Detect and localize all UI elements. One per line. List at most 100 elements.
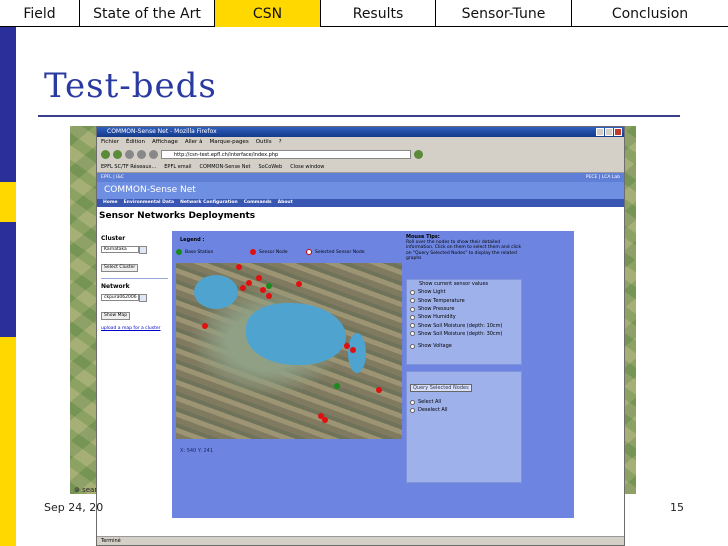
tab-label: Conclusion (611, 5, 689, 22)
legend-label: Sensor Node (259, 249, 288, 255)
divider (101, 278, 168, 279)
radio-icon[interactable] (410, 399, 415, 405)
query-selected-nodes-button[interactable]: Query Selected Nodes (410, 384, 472, 392)
sensor-node[interactable] (350, 347, 356, 353)
sensor-node[interactable] (240, 285, 246, 291)
tab-label: Field (23, 5, 56, 22)
go-icon[interactable] (414, 150, 423, 159)
forward-icon[interactable] (113, 150, 122, 159)
option-label: Deselect All (418, 407, 448, 414)
radio-icon[interactable] (410, 306, 415, 312)
option-soil-30cm[interactable]: Show Soil Moisture (depth: 30cm) (407, 330, 521, 338)
home-icon[interactable] (149, 150, 158, 159)
tab-label: CSN (252, 5, 283, 22)
option-deselect-all[interactable]: Deselect All (407, 406, 521, 414)
option-select-all[interactable]: Select All (407, 398, 521, 406)
minimize-icon[interactable] (596, 128, 604, 136)
back-icon[interactable] (101, 150, 110, 159)
base-station[interactable] (334, 383, 340, 389)
slide-title: Test-beds (44, 66, 217, 106)
menu-item[interactable]: Édition (126, 137, 145, 147)
tab-conclusion[interactable]: Conclusion (571, 0, 728, 27)
sensor-node[interactable] (322, 417, 328, 423)
deployment-sidebar: Cluster Karnataka Select Cluster Network… (97, 231, 172, 518)
radio-icon[interactable] (410, 331, 415, 337)
site-nav: Home Environmental Data Network Configur… (97, 199, 624, 207)
base-station[interactable] (266, 283, 272, 289)
show-map-button[interactable]: Show Map (101, 312, 131, 320)
menu-item[interactable]: Outils (256, 137, 272, 147)
site-nav-network-configuration[interactable]: Network Configuration (180, 199, 238, 207)
menu-item[interactable]: ? (279, 137, 282, 147)
site-nav-home[interactable]: Home (103, 199, 118, 207)
site-nav-environmental-data[interactable]: Environmental Data (124, 199, 174, 207)
cluster-select[interactable]: Karnataka (101, 246, 147, 254)
bookmark-item[interactable]: COMMON-Sense Net (199, 162, 250, 172)
tab-results[interactable]: Results (320, 0, 435, 27)
browser-titlebar: COMMON-Sense Net - Mozilla Firefox (97, 127, 624, 137)
sensor-node[interactable] (246, 280, 252, 286)
tab-state-of-the-art[interactable]: State of the Art (79, 0, 214, 27)
bookmark-item[interactable]: SoCoWeb (259, 162, 283, 172)
upload-map-link[interactable]: upload a map for a cluster (97, 326, 172, 331)
browser-toolbar: http://csn-test.epfl.ch/interface/index.… (97, 147, 624, 162)
sensor-node[interactable] (202, 323, 208, 329)
maximize-icon[interactable] (605, 128, 613, 136)
option-label: Show Soil Moisture (depth: 10cm) (418, 322, 503, 329)
network-select[interactable]: ckpura062006 (101, 294, 147, 302)
radio-icon[interactable] (410, 314, 415, 320)
radio-icon[interactable] (410, 289, 415, 295)
slide-date: Sep 24, 20 (44, 501, 104, 514)
site-name: COMMON-Sense Net (97, 182, 624, 199)
option-show-humidity[interactable]: Show Humidity (407, 313, 521, 321)
query-panel: Query Selected Nodes Select All Deselect… (406, 371, 522, 483)
option-show-temperature[interactable]: Show Temperature (407, 297, 521, 305)
sensor-node[interactable] (266, 293, 272, 299)
site-top-left: EPFL | I&C (101, 175, 125, 180)
option-show-light[interactable]: Show Light (407, 288, 521, 296)
lake (194, 275, 238, 309)
menu-item[interactable]: Affichage (152, 137, 178, 147)
sensor-values-panel: Show current sensor values Show Light Sh… (406, 279, 522, 365)
tab-field[interactable]: Field (0, 0, 79, 27)
bookmark-item[interactable]: EPFL SC/TF Réseaux... (101, 162, 156, 172)
radio-icon[interactable] (410, 298, 415, 304)
browser-window: COMMON-Sense Net - Mozilla Firefox Fichi… (96, 126, 625, 546)
menu-item[interactable]: Fichier (101, 137, 119, 147)
selected-node-dot-icon (306, 249, 312, 255)
stop-icon[interactable] (137, 150, 146, 159)
menu-item[interactable]: Marque-pages (209, 137, 248, 147)
tab-sensor-tune[interactable]: Sensor-Tune (435, 0, 571, 27)
select-cluster-button[interactable]: Select Cluster (101, 264, 139, 272)
browser-statusbar: Terminé (97, 536, 624, 545)
site-nav-commands[interactable]: Commands (244, 199, 272, 207)
map-panel: Legend : Base Station Sensor Node Select… (172, 231, 574, 518)
bookmark-item[interactable]: EPFL email (164, 162, 191, 172)
sensor-node[interactable] (236, 264, 242, 270)
sensor-node[interactable] (256, 275, 262, 281)
legend-selected-node: Selected Sensor Node (306, 249, 365, 255)
sensor-node[interactable] (344, 343, 350, 349)
menu-item[interactable]: Aller à (185, 137, 203, 147)
radio-icon[interactable] (410, 323, 415, 329)
address-bar[interactable]: http://csn-test.epfl.ch/interface/index.… (161, 150, 411, 159)
option-show-pressure[interactable]: Show Pressure (407, 305, 521, 313)
tab-label: State of the Art (93, 5, 201, 22)
radio-icon[interactable] (410, 407, 415, 413)
sensor-node[interactable] (260, 287, 266, 293)
bookmark-item[interactable]: Close window (290, 162, 324, 172)
tab-csn[interactable]: CSN (214, 0, 320, 27)
close-icon[interactable] (614, 128, 622, 136)
option-soil-10cm[interactable]: Show Soil Moisture (depth: 10cm) (407, 321, 521, 329)
sensor-node[interactable] (376, 387, 382, 393)
reload-icon[interactable] (125, 150, 134, 159)
site-nav-about[interactable]: About (278, 199, 293, 207)
legend-label: Selected Sensor Node (315, 249, 365, 255)
bookmarks-bar: EPFL SC/TF Réseaux... EPFL email COMMON-… (97, 162, 624, 173)
option-show-voltage[interactable]: Show Voltage (407, 342, 521, 350)
radio-icon[interactable] (410, 343, 415, 349)
deployment-map[interactable] (176, 263, 402, 439)
slide-number: 15 (670, 501, 684, 514)
sensor-node[interactable] (296, 281, 302, 287)
tab-label: Sensor-Tune (461, 5, 546, 22)
